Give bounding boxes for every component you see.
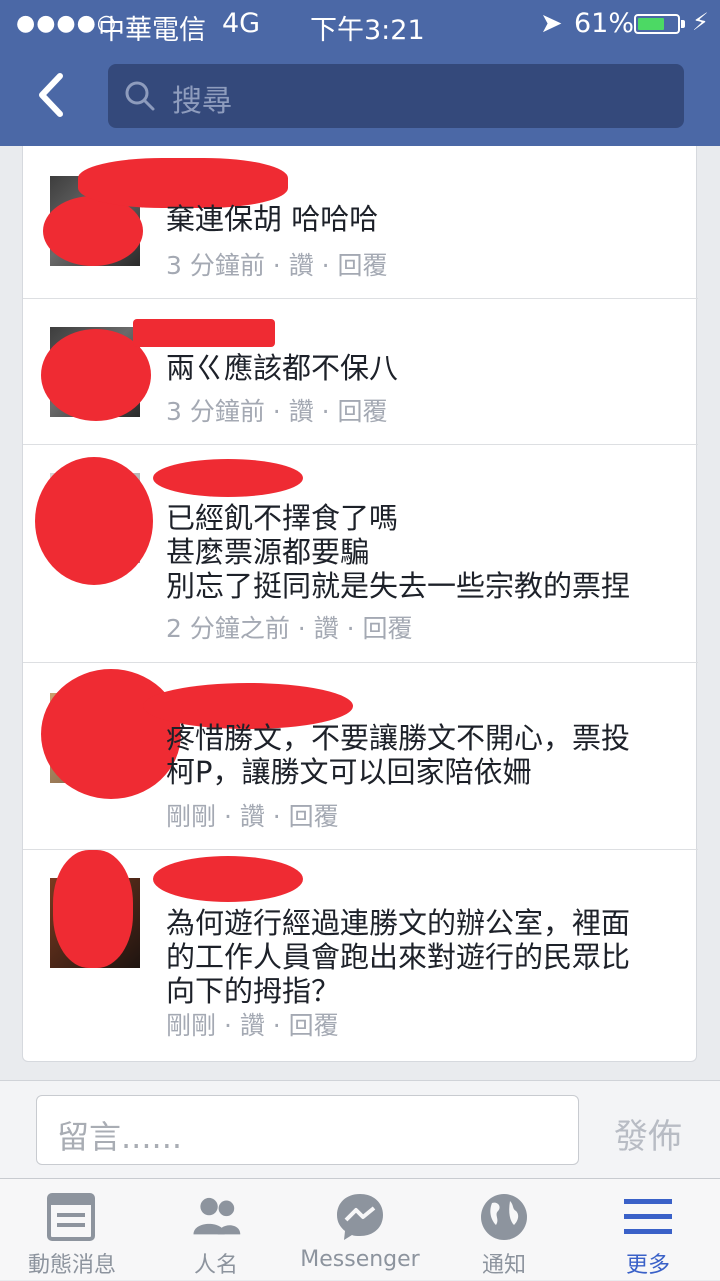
tab-label: 通知 [481,1253,526,1278]
comment-text: 為何遊行經過連勝文的辦公室，裡面 的工作人員會跑出來對遊行的民眾比 向下的拇指？ [166,906,631,1008]
tab-news-feed[interactable]: 動態消息 [0,1179,144,1281]
redaction-mark [153,856,303,902]
comment-text: 兩ㄍ應該都不保八 [166,351,399,385]
redaction-mark [153,459,303,497]
menu-icon [624,1199,672,1234]
search-placeholder: 搜尋 [172,84,232,119]
comment-meta[interactable]: 剛剛 · 讚 · 回覆 [166,797,339,833]
comment-composer: 留言...... 發佈 [0,1080,720,1178]
tab-label: 更多 [625,1253,670,1278]
comment-text: 已經飢不擇食了嗎 甚麼票源都要騙 別忘了挺同就是失去一些宗教的票捏 [166,501,631,603]
comment-meta[interactable]: 剛剛 · 讚 · 回覆 [166,1006,339,1042]
messenger-icon [337,1194,383,1240]
chevron-left-icon [39,73,63,117]
top-bar: ●●●●○ 中華電信 4G 下午3:21 ➤ 61% ⚡ 搜尋 [0,0,720,146]
friends-icon [193,1197,241,1235]
comment-meta[interactable]: 3 分鐘前 · 讚 · 回覆 [166,392,388,428]
globe-icon [481,1194,527,1240]
news-feed-icon [47,1193,95,1241]
comment-item: 疼惜勝文，不要讓勝文不開心，票投 柯P，讓勝文可以回家陪依姍 剛剛 · 讚 · … [23,663,698,850]
redaction-mark [133,319,275,347]
tab-label: 人名 [193,1253,238,1278]
redaction-mark [43,196,143,266]
comment-item: 棄連保胡 哈哈哈 3 分鐘前 · 讚 · 回覆 [23,146,698,299]
comment-text: 疼惜勝文，不要讓勝文不開心，票投 柯P，讓勝文可以回家陪依姍 [166,721,631,789]
battery-percent: 61% [574,8,635,39]
tab-more[interactable]: 更多 [576,1179,720,1281]
search-input[interactable]: 搜尋 [108,64,684,128]
post-button[interactable]: 發佈 [614,1109,682,1158]
battery-icon [634,14,680,34]
back-button[interactable] [30,70,80,120]
network-type: 4G [222,8,261,39]
tab-notifications[interactable]: 通知 [432,1179,576,1281]
redaction-mark [53,850,133,968]
status-bar: ●●●●○ 中華電信 4G 下午3:21 ➤ 61% ⚡ [0,0,720,48]
comment-meta[interactable]: 2 分鐘之前 · 讚 · 回覆 [166,609,413,645]
comments-list: 棄連保胡 哈哈哈 3 分鐘前 · 讚 · 回覆 兩ㄍ應該都不保八 3 分鐘前 ·… [22,146,698,1062]
search-icon [125,81,155,111]
charging-icon: ⚡ [692,8,709,36]
tab-bar: 動態消息 人名 Messenger 通知 更多 [0,1178,720,1280]
location-arrow-icon: ➤ [540,8,563,39]
tab-label: 動態消息 [27,1253,116,1278]
redaction-mark [35,457,153,585]
comment-item: 已經飢不擇食了嗎 甚麼票源都要騙 別忘了挺同就是失去一些宗教的票捏 2 分鐘之前… [23,445,698,663]
tab-friends[interactable]: 人名 [144,1179,288,1281]
comment-placeholder: 留言...... [57,1118,183,1156]
tab-label: Messenger [300,1247,420,1272]
comment-item: 為何遊行經過連勝文的辦公室，裡面 的工作人員會跑出來對遊行的民眾比 向下的拇指？… [23,850,698,1062]
comment-item: 兩ㄍ應該都不保八 3 分鐘前 · 讚 · 回覆 [23,299,698,445]
comment-input[interactable]: 留言...... [36,1095,579,1165]
redaction-mark [78,158,288,208]
comment-meta[interactable]: 3 分鐘前 · 讚 · 回覆 [166,246,388,282]
battery-tip [681,20,685,28]
comment-text: 棄連保胡 哈哈哈 [166,202,379,236]
redaction-mark [41,669,181,799]
carrier-name: 中華電信 [98,15,206,46]
tab-messenger[interactable]: Messenger [288,1179,432,1281]
status-time: 下午3:21 [310,15,425,46]
